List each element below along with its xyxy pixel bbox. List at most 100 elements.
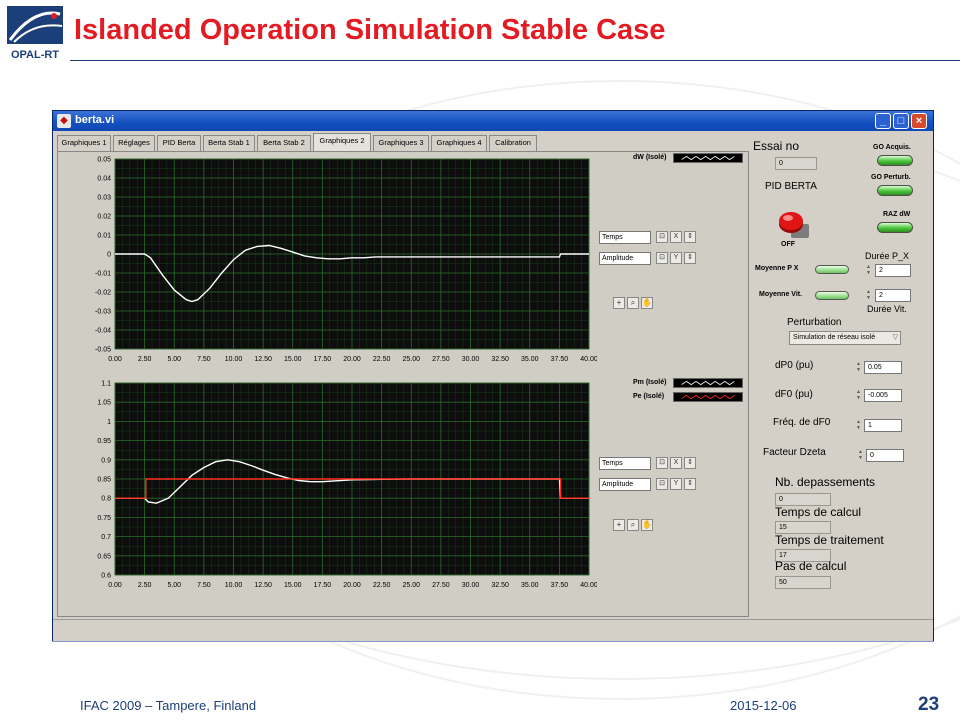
y-tick-label: 0.65 — [97, 553, 111, 560]
maximize-icon[interactable]: □ — [893, 113, 909, 129]
logo-text: OPAL-RT — [11, 49, 59, 61]
format-x-icon[interactable]: ⇕ — [684, 457, 696, 469]
format-x-icon[interactable]: ⇕ — [684, 231, 696, 243]
autoscale-y-icon[interactable]: Y — [670, 478, 682, 490]
format-y-icon[interactable]: ⇕ — [684, 478, 696, 490]
labview-vi-icon: ◆ — [57, 114, 71, 128]
footer-date: 2015-12-06 — [730, 698, 797, 713]
y-tick-label: 1.1 — [101, 381, 111, 388]
x-tick-label: 35.00 — [521, 356, 539, 363]
x-tick-label: 35.00 — [521, 582, 539, 589]
zoom-icon[interactable]: ⌕ — [627, 297, 639, 309]
y-scale-amplitude-top[interactable]: Amplitude — [599, 252, 651, 265]
duree-vit-input[interactable]: 2 — [875, 289, 911, 302]
pid-berta-label: PID BERTA — [765, 181, 817, 192]
lock-icon[interactable]: ⊡ — [656, 478, 668, 490]
lock-icon[interactable]: ⊡ — [656, 252, 668, 264]
tab-graphiques-2[interactable]: Graphiques 2 — [313, 133, 371, 151]
autoscale-y-icon[interactable]: Y — [670, 252, 682, 264]
tab-graphiques-4[interactable]: Graphiques 4 — [431, 135, 487, 151]
dzeta-spinner[interactable]: ▲ ▼ — [857, 449, 864, 462]
dp0-input[interactable]: 0.05 — [864, 361, 902, 374]
y-tick-label: 0.75 — [97, 515, 111, 522]
chart-dw[interactable]: 0.00 2.50 5.00 7.50 10.00 12.50 15.00 17.50 20.0… — [67, 153, 597, 371]
legend-pe-swatch — [673, 392, 743, 402]
x-tick-label: 10.00 — [225, 582, 243, 589]
tab-berta-stab-2[interactable]: Berta Stab 2 — [257, 135, 311, 151]
tab-calibration[interactable]: Calibration — [489, 135, 537, 151]
slide: OPAL-RT Islanded Operation Simulation St… — [0, 0, 960, 720]
df0-spinner[interactable]: ▲ ▼ — [855, 389, 862, 402]
autoscale-x-icon[interactable]: X — [670, 231, 682, 243]
legend-pe-label: Pe (Isolé) — [633, 393, 665, 400]
dzeta-input[interactable]: 0 — [866, 449, 904, 462]
x-tick-label: 17.50 — [314, 356, 332, 363]
y-tick-label: 0.9 — [101, 457, 111, 464]
x-tick-label: 20.00 — [343, 356, 361, 363]
perturbation-value: Simulation de réseau isolé — [793, 334, 876, 341]
tab-graphiques-1[interactable]: Graphiques 1 — [57, 135, 111, 151]
pas-calcul-label: Pas de calcul — [775, 559, 847, 573]
raz-dw-button[interactable] — [877, 222, 913, 233]
duree-vit-spinner[interactable]: ▲ ▼ — [865, 289, 872, 302]
zoom-icon[interactable]: ⌕ — [627, 519, 639, 531]
x-scale-temps-top[interactable]: Temps — [599, 231, 651, 244]
x-tick-label: 15.00 — [284, 356, 302, 363]
y-scale-amplitude-bottom[interactable]: Amplitude — [599, 478, 651, 491]
df0-label: dF0 (pu) — [775, 389, 813, 400]
y-tick-label: -0.04 — [95, 328, 111, 335]
y-tick-label: -0.05 — [95, 347, 111, 354]
window-title: berta.vi — [75, 114, 115, 126]
go-perturb-button[interactable] — [877, 185, 913, 196]
duree-px-spinner[interactable]: ▲ ▼ — [865, 264, 872, 277]
go-acquis-button[interactable] — [877, 155, 913, 166]
pan-hand-icon[interactable]: ✋ — [641, 519, 653, 531]
opal-rt-logo: OPAL-RT — [7, 6, 63, 61]
freq-df0-input[interactable]: 1 — [864, 419, 902, 432]
x-tick-label: 30.00 — [462, 582, 480, 589]
dp0-spinner[interactable]: ▲ ▼ — [855, 361, 862, 374]
window-titlebar[interactable]: ◆ berta.vi _ □ × — [53, 111, 933, 131]
moyenne-vit-toggle[interactable] — [815, 291, 849, 300]
y-tick-label: 0.01 — [97, 233, 111, 240]
close-icon[interactable]: × — [911, 113, 927, 129]
format-y-icon[interactable]: ⇕ — [684, 252, 696, 264]
y-tick-label: 0.8 — [101, 496, 111, 503]
perturbation-select[interactable]: Simulation de réseau isolé ▽ — [789, 331, 901, 345]
x-scale-temps-bottom[interactable]: Temps — [599, 457, 651, 470]
legend-dw-label: dW (Isolé) — [633, 154, 667, 161]
moyenne-vit-label: Moyenne Vit. — [759, 291, 803, 298]
berta-vi-window[interactable]: ◆ berta.vi _ □ × Graphiques 1 Réglages P… — [52, 110, 934, 642]
page-number: 23 — [918, 694, 940, 715]
essai-label: Essai no — [753, 139, 800, 153]
x-tick-label: 25.00 — [402, 582, 420, 589]
tab-reglages[interactable]: Réglages — [113, 135, 155, 151]
title-rule — [70, 60, 960, 61]
temps-traitement-label: Temps de traitement — [775, 533, 884, 547]
pid-state-label: OFF — [781, 241, 795, 248]
tab-graphiques-3[interactable]: Graphiques 3 — [373, 135, 429, 151]
perturbation-label: Perturbation — [787, 317, 842, 328]
x-tick-label: 0.00 — [108, 582, 122, 589]
x-tick-label: 17.50 — [314, 582, 332, 589]
go-acquis-label: GO Acquis. — [873, 144, 911, 151]
cursor-crosshair-icon[interactable]: + — [613, 297, 625, 309]
tab-pid-berta[interactable]: PID Berta — [157, 135, 201, 151]
pan-hand-icon[interactable]: ✋ — [641, 297, 653, 309]
duree-px-label: Durée P_X — [865, 251, 910, 261]
autoscale-x-icon[interactable]: X — [670, 457, 682, 469]
pid-berta-stop-button[interactable] — [777, 206, 811, 240]
raz-dw-label: RAZ dW — [883, 211, 911, 218]
tab-berta-stab-1[interactable]: Berta Stab 1 — [203, 135, 255, 151]
lock-icon[interactable]: ⊡ — [656, 457, 668, 469]
chart-pm-pe[interactable]: 0.00 2.50 5.00 7.50 10.00 12.50 15.00 17.50 20.0… — [67, 377, 597, 597]
minimize-icon[interactable]: _ — [875, 113, 891, 129]
lock-icon[interactable]: ⊡ — [656, 231, 668, 243]
moyenne-px-toggle[interactable] — [815, 265, 849, 274]
pas-calcul-value: 50 — [775, 576, 831, 589]
duree-px-input[interactable]: 2 — [875, 264, 911, 277]
df0-input[interactable]: -0.005 — [864, 389, 902, 402]
y-tick-label: 0.7 — [101, 534, 111, 541]
freq-df0-spinner[interactable]: ▲ ▼ — [855, 419, 862, 432]
cursor-crosshair-icon[interactable]: + — [613, 519, 625, 531]
